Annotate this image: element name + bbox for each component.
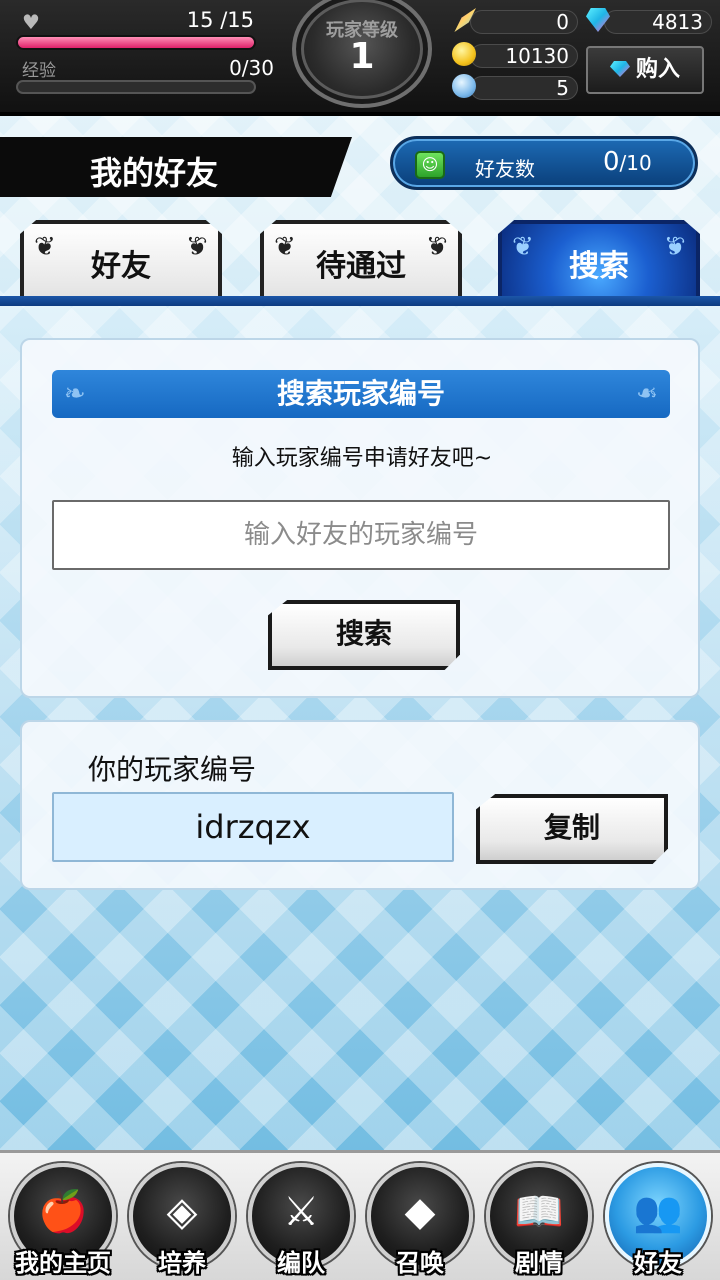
buy-button-label: 购入 [635, 57, 680, 82]
crossed-swords-icon: ⚔ [283, 1189, 319, 1235]
exp-bar [16, 80, 256, 94]
nav-summon-label: 召唤 [396, 1249, 444, 1277]
ornament-icon: ❧ [636, 379, 658, 409]
tab-pending[interactable]: ❦ ❦ 待通过 [260, 220, 462, 298]
tab-search-label: 搜索 [569, 249, 629, 284]
nav-train[interactable]: ◈ 培养 [123, 1163, 241, 1280]
bottom-nav: 🍎 我的主页 ◈ 培养 ⚔ 编队 ◆ 召唤 📖 剧情 👥 好友 [0, 1150, 720, 1280]
heart-icon: ♥ [22, 10, 40, 34]
diamond-icon: ◆ [404, 1189, 436, 1235]
page-title: 我的好友 [90, 154, 219, 192]
search-panel-title: 搜索玩家编号 [276, 377, 445, 410]
ornament-icon: ❦ [34, 232, 56, 262]
nav-team[interactable]: ⚔ 编队 [242, 1163, 360, 1280]
diamond-counter: 4813 [604, 10, 712, 34]
nav-story-label: 剧情 [515, 1249, 563, 1277]
hp-text: 15 /15 [186, 8, 254, 32]
ornament-icon: ❦ [274, 232, 296, 262]
coin-value: 10130 [505, 44, 569, 68]
tab-strip [0, 296, 720, 306]
orb-value: 5 [556, 76, 569, 100]
friend-count-value: 0/10 [603, 147, 652, 177]
friend-count-max: /10 [619, 151, 652, 175]
exp-text: 0/30 [229, 56, 274, 80]
coin-icon [452, 42, 476, 66]
ornament-icon: ❦ [186, 232, 208, 262]
my-id-label: 你的玩家编号 [88, 753, 257, 786]
player-level-value: 1 [349, 36, 375, 77]
tab-pending-label: 待通过 [316, 249, 406, 284]
my-id-panel: 你的玩家编号 idrzqzx 复制 [20, 720, 700, 890]
orb-counter: 5 [470, 76, 578, 100]
search-button[interactable]: 搜索 [268, 600, 460, 670]
smiley-icon: ☺ [415, 151, 445, 179]
orb-icon [452, 74, 476, 98]
copy-button-label: 复制 [543, 811, 600, 844]
nav-friends-label: 好友 [634, 1249, 682, 1277]
exp-label: 经验 [22, 61, 56, 81]
nav-story[interactable]: 📖 剧情 [480, 1163, 598, 1280]
nav-summon[interactable]: ◆ 召唤 [361, 1163, 479, 1280]
feather-value: 0 [556, 10, 569, 34]
nav-home-label: 我的主页 [15, 1249, 111, 1277]
nav-friends[interactable]: 👥 好友 [599, 1163, 717, 1280]
nav-team-label: 编队 [277, 1249, 325, 1277]
feather-counter: 0 [470, 10, 578, 34]
friend-count-current: 0 [603, 147, 620, 177]
ornament-icon: ❧ [64, 379, 86, 409]
gem-cluster-icon: ◈ [166, 1189, 198, 1235]
ornament-icon: ❦ [426, 232, 448, 262]
tab-search[interactable]: ❦ ❦ 搜索 [498, 220, 700, 298]
friends-icon: 👥 [633, 1189, 683, 1235]
player-level-badge[interactable]: 玩家等级 1 [292, 0, 432, 108]
apple-icon: 🍎 [38, 1189, 88, 1235]
search-hint: 输入玩家编号申请好友吧~ [231, 446, 493, 471]
copy-button[interactable]: 复制 [476, 794, 668, 864]
search-button-label: 搜索 [335, 617, 392, 650]
nav-home[interactable]: 🍎 我的主页 [4, 1163, 122, 1280]
search-panel: ❧ 搜索玩家编号 ❧ 输入玩家编号申请好友吧~ 搜索 [20, 338, 700, 698]
gem-icon [609, 61, 630, 77]
tab-friends[interactable]: ❦ ❦ 好友 [20, 220, 222, 298]
diamond-value: 4813 [652, 10, 703, 34]
buy-button[interactable]: 购入 [586, 46, 704, 94]
nav-train-label: 培养 [158, 1249, 206, 1277]
status-hud: ♥ 15 /15 经验 0/30 玩家等级 1 0 4813 10130 5 购… [0, 0, 720, 116]
player-id-search-input[interactable] [52, 500, 670, 570]
book-icon: 📖 [514, 1189, 564, 1235]
ornament-icon: ❦ [512, 232, 534, 262]
friend-count-badge: ☺ 好友数 0/10 [390, 136, 698, 190]
hp-bar-fill [18, 37, 254, 48]
coin-counter: 10130 [470, 44, 578, 68]
hp-bar [16, 35, 256, 50]
search-panel-header: ❧ 搜索玩家编号 ❧ [52, 370, 670, 418]
ornament-icon: ❦ [664, 232, 686, 262]
tab-friends-label: 好友 [91, 249, 151, 284]
my-player-id: idrzqzx [52, 792, 454, 862]
friend-count-label: 好友数 [475, 157, 535, 181]
